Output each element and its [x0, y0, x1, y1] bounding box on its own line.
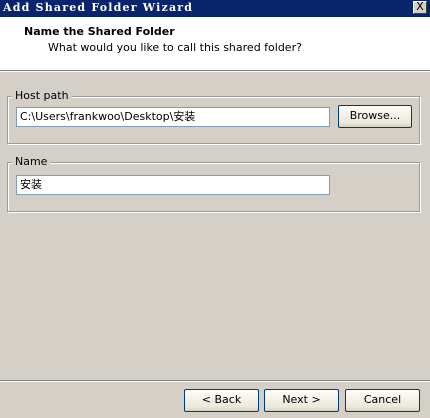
header-divider: [0, 71, 430, 72]
back-button[interactable]: < Back: [184, 389, 259, 412]
name-group: Name 安装: [7, 155, 420, 212]
next-button[interactable]: Next >: [264, 389, 339, 412]
cancel-button[interactable]: Cancel: [345, 389, 420, 412]
wizard-header: Name the Shared Folder What would you li…: [0, 17, 430, 71]
host-path-group: Host path C:\Users\frankwoo\Desktop\安装 B…: [7, 89, 420, 144]
close-button[interactable]: X: [413, 1, 427, 14]
browse-button[interactable]: Browse...: [338, 105, 412, 128]
host-path-input[interactable]: C:\Users\frankwoo\Desktop\安装: [16, 107, 330, 127]
close-icon: X: [416, 0, 424, 13]
name-label: Name: [12, 155, 51, 168]
footer-divider-highlight: [0, 381, 430, 382]
name-input[interactable]: 安装: [16, 175, 330, 195]
page-subtitle: What would you like to call this shared …: [48, 41, 302, 54]
page-title: Name the Shared Folder: [24, 25, 175, 38]
host-path-label: Host path: [12, 89, 72, 102]
title-bar: Add Shared Folder Wizard X: [0, 0, 430, 17]
window-title: Add Shared Folder Wizard: [3, 1, 194, 14]
